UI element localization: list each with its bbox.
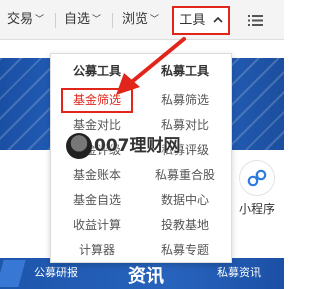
chevron-down-icon: ﹀ (150, 15, 160, 25)
nav-watchlist[interactable]: 自选 ﹀ (64, 0, 101, 40)
footer-decoration (0, 260, 26, 287)
nav-browse-label: 浏览 (122, 12, 149, 27)
nav-tools-label: 工具 (179, 13, 206, 28)
watermark-logo (66, 133, 92, 159)
menu-item-calculator[interactable]: 计算器 (57, 238, 137, 263)
menu-item-private-topics[interactable]: 私募专题 (145, 238, 225, 263)
left-strip (0, 150, 50, 262)
menu-item-fund-watchlist[interactable]: 基金自选 (57, 188, 137, 213)
menu-item-return-calc[interactable]: 收益计算 (57, 213, 137, 238)
nav-trade[interactable]: 交易 ﹀ (7, 0, 44, 40)
mini-program-link[interactable]: 小程序 (236, 160, 278, 217)
footer-center-title: 资讯 (128, 266, 164, 287)
nav-watchlist-label: 自选 (64, 12, 91, 27)
nav-browse[interactable]: 浏览 ﹀ (122, 0, 159, 40)
nav-divider (112, 13, 113, 28)
footer-left-link[interactable]: 公募研报 (34, 264, 78, 280)
chevron-down-icon: ﹀ (35, 15, 45, 25)
top-nav: 交易 ﹀ 自选 ﹀ 浏览 ﹀ 工具 (0, 0, 284, 40)
annotation-arrow (116, 37, 186, 95)
chevron-down-icon: ﹀ (92, 15, 102, 25)
mini-program-label: 小程序 (238, 202, 275, 216)
footer-right-link[interactable]: 私募资讯 (217, 264, 261, 280)
menu-item-investor-education[interactable]: 投教基地 (145, 213, 225, 238)
nav-tools-button[interactable]: 工具 (172, 6, 230, 35)
page: 小程序 公募研报 资讯 私募资讯 交易 ﹀ 自选 ﹀ 浏览 ﹀ 工具 公募工具 … (0, 0, 284, 289)
menu-item-private-holdings[interactable]: 私募重合股 (145, 163, 225, 188)
nav-trade-label: 交易 (7, 12, 34, 27)
menu-item-data-center[interactable]: 数据中心 (145, 188, 225, 213)
nav-divider (55, 13, 56, 28)
menu-item-fund-ledger[interactable]: 基金账本 (57, 163, 137, 188)
chevron-up-icon (213, 16, 223, 23)
watermark-text: 007理财网 (94, 136, 181, 156)
mini-program-icon (239, 160, 275, 196)
list-icon[interactable] (248, 15, 263, 26)
